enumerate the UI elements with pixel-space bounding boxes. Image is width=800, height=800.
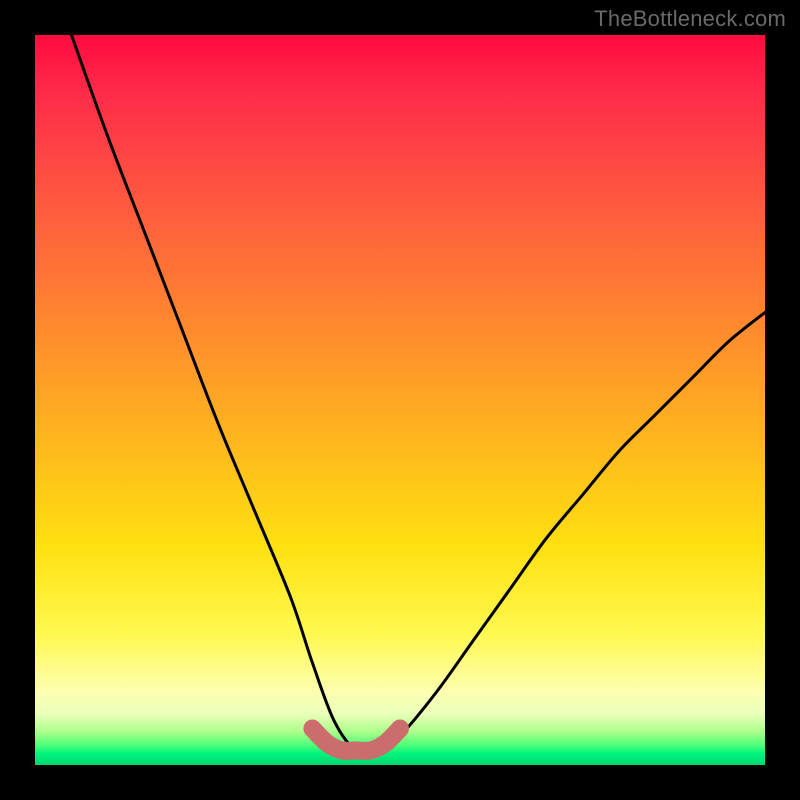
bottleneck-curve: [72, 35, 766, 753]
plot-area: [35, 35, 765, 765]
chart-frame: TheBottleneck.com: [0, 0, 800, 800]
attribution-text: TheBottleneck.com: [594, 6, 786, 32]
chart-svg: [35, 35, 765, 765]
optimal-flat-segment: [312, 729, 400, 751]
